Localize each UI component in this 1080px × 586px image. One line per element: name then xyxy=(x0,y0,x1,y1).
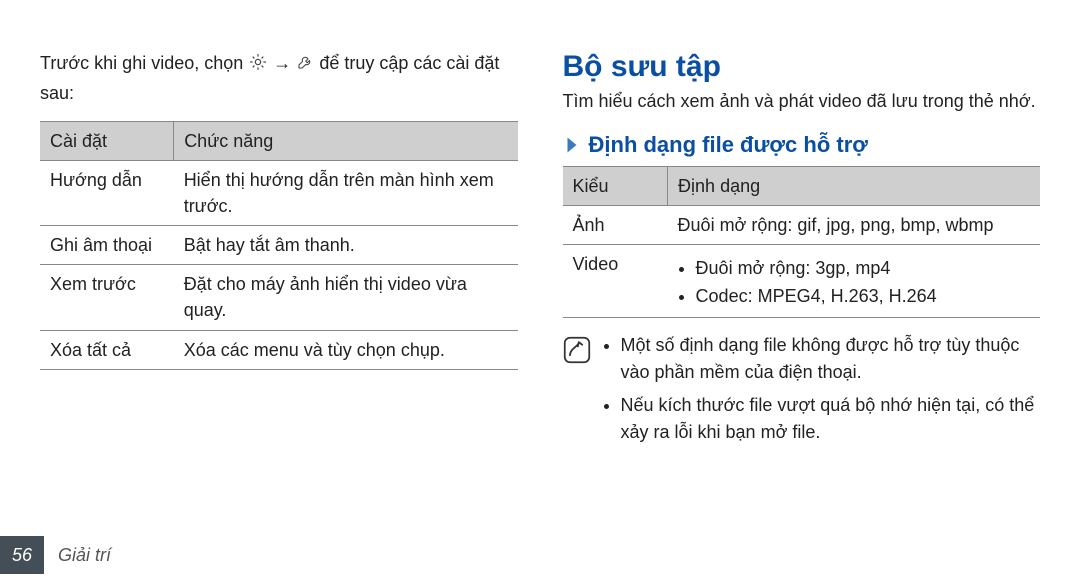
header-type: Kiểu xyxy=(563,167,668,206)
table-row: VideoĐuôi mở rộng: 3gp, mp4Codec: MPEG4,… xyxy=(563,245,1041,318)
note-item: Một số định dạng file không được hỗ trợ … xyxy=(621,332,1041,386)
wrench-icon xyxy=(296,52,314,80)
page-content: Trước khi ghi video, chọn → để truy cập … xyxy=(0,0,1080,452)
setting-cell: Ghi âm thoại xyxy=(40,226,174,265)
footer-section-label: Giải trí xyxy=(58,545,111,566)
right-column: Bộ sưu tập Tìm hiểu cách xem ảnh và phát… xyxy=(563,50,1041,452)
function-cell: Hiển thị hướng dẫn trên màn hình xem trư… xyxy=(174,161,518,226)
intro-text-mid: → xyxy=(273,53,296,73)
formats-table: Kiểu Định dạng ẢnhĐuôi mở rộng: gif, jpg… xyxy=(563,166,1041,318)
sub-heading-text: Định dạng file được hỗ trợ xyxy=(589,132,868,158)
setting-cell: Xóa tất cả xyxy=(40,330,174,369)
type-cell: Ảnh xyxy=(563,206,668,245)
note-list: Một số định dạng file không được hỗ trợ … xyxy=(603,332,1041,452)
header-format: Định dạng xyxy=(668,167,1040,206)
intro-paragraph: Trước khi ghi video, chọn → để truy cập … xyxy=(40,50,518,107)
setting-cell: Xem trước xyxy=(40,265,174,330)
table-row: Ghi âm thoạiBật hay tắt âm thanh. xyxy=(40,226,518,265)
table-row: Hướng dẫnHiển thị hướng dẫn trên màn hìn… xyxy=(40,161,518,226)
table-row: Xem trướcĐặt cho máy ảnh hiển thị video … xyxy=(40,265,518,330)
format-list: Đuôi mở rộng: 3gp, mp4Codec: MPEG4, H.26… xyxy=(678,255,1030,309)
note-item: Nếu kích thước file vượt quá bộ nhớ hiện… xyxy=(621,392,1041,446)
left-column: Trước khi ghi video, chọn → để truy cập … xyxy=(40,50,518,452)
section-desc: Tìm hiểu cách xem ảnh và phát video đã l… xyxy=(563,88,1041,114)
intro-text-pre: Trước khi ghi video, chọn xyxy=(40,53,248,73)
settings-table: Cài đặt Chức năng Hướng dẫnHiển thị hướn… xyxy=(40,121,518,370)
type-cell: Video xyxy=(563,245,668,318)
format-cell: Đuôi mở rộng: gif, jpg, png, bmp, wbmp xyxy=(668,206,1040,245)
table-header-row: Cài đặt Chức năng xyxy=(40,122,518,161)
section-title: Bộ sưu tập xyxy=(563,50,1041,84)
note-box: Một số định dạng file không được hỗ trợ … xyxy=(563,332,1041,452)
page-footer: 56 Giải trí xyxy=(0,536,111,574)
page-number: 56 xyxy=(0,536,44,574)
table-row: ẢnhĐuôi mở rộng: gif, jpg, png, bmp, wbm… xyxy=(563,206,1041,245)
function-cell: Bật hay tắt âm thanh. xyxy=(174,226,518,265)
table-row: Xóa tất cảXóa các menu và tùy chọn chụp. xyxy=(40,330,518,369)
function-cell: Đặt cho máy ảnh hiển thị video vừa quay. xyxy=(174,265,518,330)
list-item: Codec: MPEG4, H.263, H.264 xyxy=(696,283,1030,309)
note-icon xyxy=(563,336,591,364)
chevron-right-icon xyxy=(563,134,581,156)
table-header-row: Kiểu Định dạng xyxy=(563,167,1041,206)
sub-heading: Định dạng file được hỗ trợ xyxy=(563,132,1041,158)
list-item: Đuôi mở rộng: 3gp, mp4 xyxy=(696,255,1030,281)
gear-icon xyxy=(248,52,268,80)
header-setting: Cài đặt xyxy=(40,122,174,161)
header-function: Chức năng xyxy=(174,122,518,161)
format-cell: Đuôi mở rộng: 3gp, mp4Codec: MPEG4, H.26… xyxy=(668,245,1040,318)
function-cell: Xóa các menu và tùy chọn chụp. xyxy=(174,330,518,369)
setting-cell: Hướng dẫn xyxy=(40,161,174,226)
